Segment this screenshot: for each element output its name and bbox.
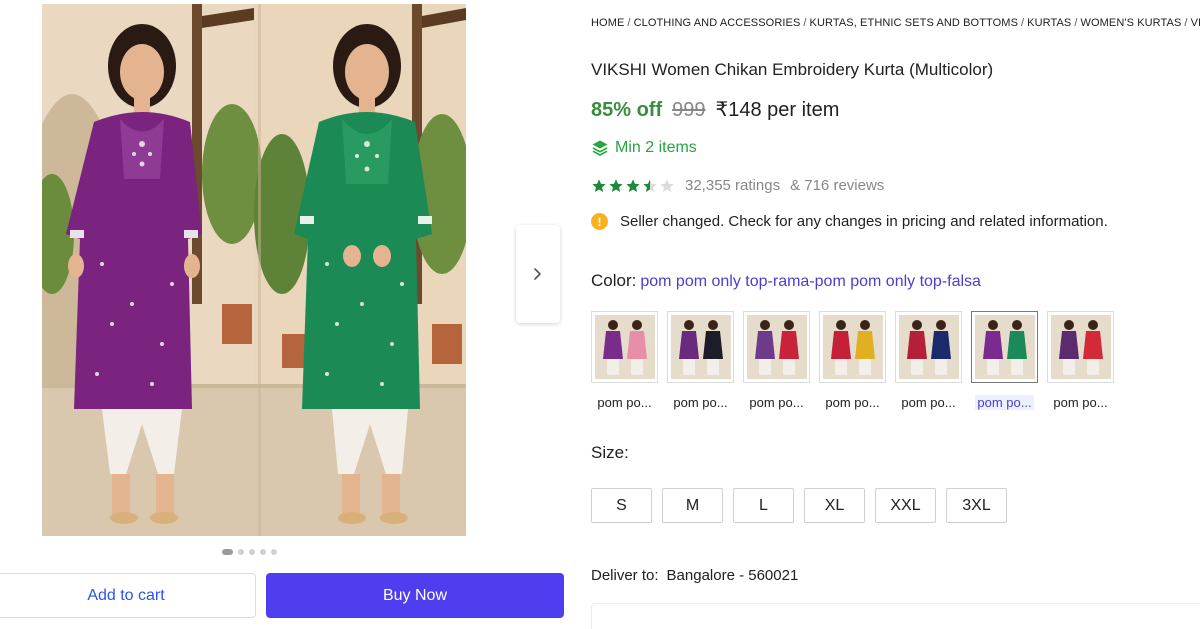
product-title: VIKSHI Women Chikan Embroidery Kurta (Mu… — [591, 60, 994, 79]
next-image-button[interactable] — [516, 225, 560, 323]
breadcrumb-clothing[interactable]: CLOTHING AND ACCESSORIES — [634, 17, 801, 29]
add-to-cart-button[interactable]: Add to cart — [0, 573, 256, 618]
image-carousel-dots — [222, 549, 277, 555]
breadcrumb: HOME / CLOTHING AND ACCESSORIES / KURTAS, ET… — [591, 17, 1200, 29]
swatch-label: pom po... — [749, 395, 804, 410]
breadcrumb-kurtas[interactable]: KURTAS — [1027, 17, 1071, 29]
size-option-3xl[interactable]: 3XL — [946, 488, 1007, 523]
chevron-right-icon — [534, 268, 541, 280]
color-swatch[interactable]: pom po... — [971, 311, 1038, 410]
discount-percent: 85% off — [591, 99, 663, 121]
swatch-thumbnail — [743, 311, 810, 383]
product-photo — [42, 4, 466, 536]
delivery-panel — [591, 603, 1200, 629]
size-option-xxl[interactable]: XXL — [875, 488, 936, 523]
swatch-thumbnail — [591, 311, 658, 383]
half-star-icon — [643, 178, 657, 192]
swatch-label: pom po... — [825, 395, 880, 410]
swatch-image — [746, 315, 807, 379]
carousel-dot[interactable] — [260, 549, 266, 555]
swatch-image — [594, 315, 655, 379]
rating-row[interactable]: 32,355 ratings & 716 reviews — [591, 177, 884, 194]
ratings-count: 32,355 ratings — [685, 177, 781, 194]
color-swatch[interactable]: pom po... — [743, 311, 810, 410]
swatch-thumbnail — [1047, 311, 1114, 383]
color-swatch[interactable]: pom po... — [819, 311, 886, 410]
swatch-thumbnail — [895, 311, 962, 383]
size-option-m[interactable]: M — [662, 488, 723, 523]
swatch-label: pom po... — [673, 395, 728, 410]
reviews-count: & 716 reviews — [790, 177, 885, 194]
swatch-image — [822, 315, 883, 379]
color-swatch[interactable]: pom po... — [667, 311, 734, 410]
swatch-label: pom po... — [597, 395, 652, 410]
swatch-label: pom po... — [1053, 395, 1108, 410]
min-order-label: Min 2 items — [615, 139, 697, 156]
breadcrumb-kurtas-ethnic[interactable]: KURTAS, ETHNIC SETS AND BOTTOMS — [810, 17, 1018, 29]
swatch-image — [670, 315, 731, 379]
empty-star-icon — [660, 178, 674, 192]
breadcrumb-brand[interactable]: VIKSHI — [1191, 17, 1200, 29]
color-swatch[interactable]: pom po... — [591, 311, 658, 410]
size-option-l[interactable]: L — [733, 488, 794, 523]
color-swatch[interactable]: pom po... — [895, 311, 962, 410]
size-options: S M L XL XXL 3XL — [591, 488, 1007, 523]
carousel-dot[interactable] — [222, 549, 233, 555]
selected-color: pom pom only top-rama-pom pom only top-f… — [640, 273, 981, 290]
color-label: Color: — [591, 271, 637, 290]
layers-icon — [592, 140, 608, 156]
size-label: Size: — [591, 443, 629, 462]
color-swatch[interactable]: pom po... — [1047, 311, 1114, 410]
color-swatches: pom po... pom po... pom po... pom po... pom … — [591, 311, 1114, 410]
swatch-label: pom po... — [901, 395, 956, 410]
carousel-dot[interactable] — [249, 549, 255, 555]
size-option-s[interactable]: S — [591, 488, 652, 523]
swatch-thumbnail — [819, 311, 886, 383]
product-image[interactable] — [42, 4, 466, 536]
size-option-xl[interactable]: XL — [804, 488, 865, 523]
delivery-row: Deliver to: Bangalore - 560021 — [591, 567, 798, 584]
info-icon: ! — [591, 213, 608, 230]
color-section: Color: pom pom only top-rama-pom pom only… — [591, 271, 981, 291]
carousel-dot[interactable] — [238, 549, 244, 555]
rating-stars — [591, 178, 675, 194]
selling-price: ₹148 per item — [715, 99, 840, 121]
deliver-location[interactable]: Bangalore - 560021 — [667, 567, 799, 584]
swatch-image — [898, 315, 959, 379]
min-order: Min 2 items — [591, 139, 697, 157]
swatch-image — [974, 315, 1035, 379]
star-icon — [626, 178, 640, 192]
original-price: 999 — [672, 99, 706, 121]
price-row: 85% off 999 ₹148 per item — [591, 97, 839, 122]
swatch-image — [1050, 315, 1111, 379]
star-icon — [609, 178, 623, 192]
swatch-thumbnail — [667, 311, 734, 383]
swatch-label: pom po... — [975, 395, 1034, 410]
buy-now-button[interactable]: Buy Now — [266, 573, 564, 618]
swatch-thumbnail — [971, 311, 1038, 383]
deliver-label: Deliver to: — [591, 567, 659, 584]
carousel-dot[interactable] — [271, 549, 277, 555]
notice-text: Seller changed. Check for any changes in… — [620, 213, 1108, 230]
star-icon — [592, 178, 606, 192]
breadcrumb-home[interactable]: HOME — [591, 17, 624, 29]
seller-changed-notice: ! Seller changed. Check for any changes … — [591, 213, 1108, 230]
breadcrumb-womens-kurtas[interactable]: WOMEN'S KURTAS — [1081, 17, 1182, 29]
